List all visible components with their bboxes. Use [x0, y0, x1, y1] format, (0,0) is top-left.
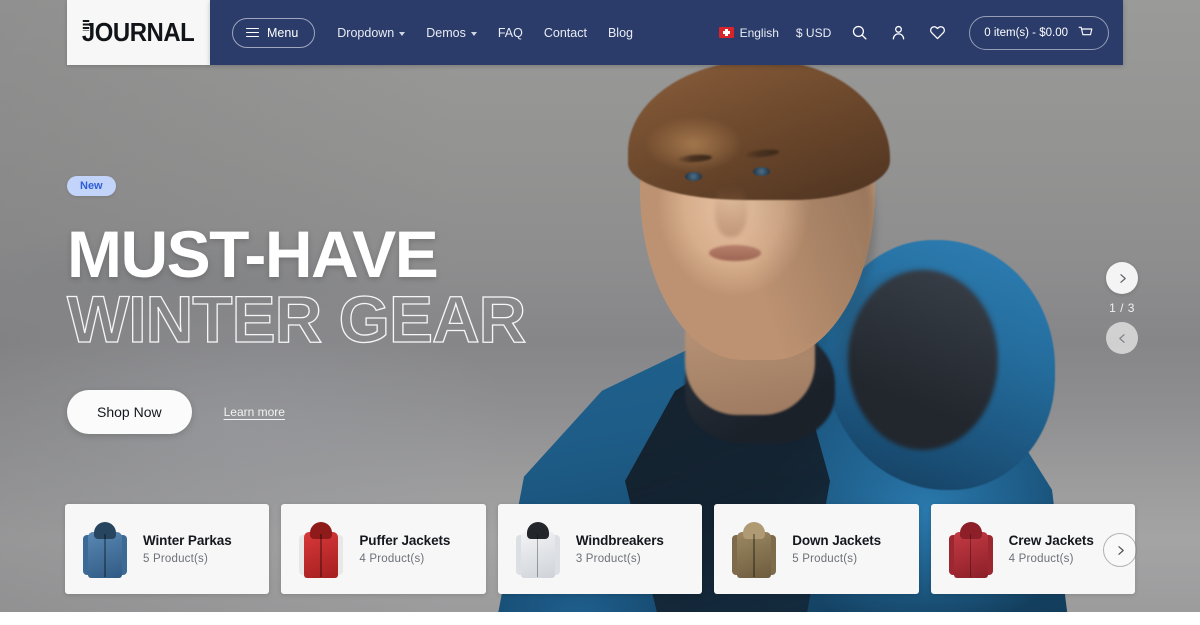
menu-button[interactable]: Menu — [232, 17, 316, 48]
nav-item-demos-label: Demos — [426, 25, 466, 40]
hero-slider-controls: 1 / 3 — [1106, 262, 1138, 354]
category-thumbnail — [75, 512, 135, 586]
nav-item-contact[interactable]: Contact — [544, 26, 587, 40]
category-title: Winter Parkas — [143, 533, 232, 548]
logo[interactable]: JOURNAL — [67, 0, 210, 65]
header-utilities: English $ USD 0 item(s) - $0.00 — [718, 15, 1109, 50]
hero-headline-line2: WINTER GEAR — [66, 282, 527, 357]
nav-item-blog-label: Blog — [607, 25, 633, 40]
category-title: Puffer Jackets — [359, 533, 451, 548]
nav-item-faq[interactable]: FAQ — [498, 26, 523, 40]
chevron-left-icon — [1118, 333, 1125, 343]
jacket-icon — [83, 520, 127, 578]
wishlist-heart-icon[interactable] — [926, 22, 948, 44]
category-card[interactable]: Down Jackets 5 Product(s) — [714, 504, 919, 594]
jacket-zipper — [969, 534, 972, 577]
jacket-zipper — [104, 534, 106, 577]
category-title: Windbreakers — [575, 533, 664, 548]
category-text: Down Jackets 5 Product(s) — [792, 533, 881, 565]
new-badge: New — [67, 176, 116, 196]
category-carousel: Winter Parkas 5 Product(s) Puffer Jacket… — [65, 504, 1136, 594]
chevron-down-icon — [399, 31, 406, 36]
chevron-right-icon — [1119, 273, 1126, 283]
category-thumbnail — [291, 512, 351, 586]
flag-icon — [718, 27, 734, 38]
cart-label: 0 item(s) - $0.00 — [984, 26, 1068, 39]
category-text: Crew Jackets 4 Product(s) — [1009, 533, 1094, 565]
menu-button-label: Menu — [267, 25, 299, 40]
jacket-zipper — [753, 534, 755, 577]
chevron-down-icon — [470, 31, 477, 36]
nav-item-demos[interactable]: Demos — [426, 26, 477, 40]
slider-prev-button[interactable] — [1106, 322, 1138, 354]
cart-icon — [1078, 26, 1093, 35]
jacket-icon — [515, 520, 560, 578]
nav-item-blog[interactable]: Blog — [608, 26, 633, 40]
category-product-count: 4 Product(s) — [1008, 553, 1074, 565]
category-thumbnail — [941, 512, 1001, 586]
nav-item-faq-label: FAQ — [497, 25, 523, 40]
currency-selector[interactable]: $ USD — [796, 26, 831, 40]
nav-item-dropdown[interactable]: Dropdown — [337, 25, 406, 40]
nav-item-contact-label: Contact — [543, 25, 587, 40]
jacket-zipper — [320, 534, 322, 577]
category-product-count: 4 Product(s) — [359, 553, 425, 565]
logo-text: JOURNAL — [82, 17, 195, 47]
storefront-page: JOURNAL Menu Dropdown Demos FAQ Contact … — [0, 0, 1200, 625]
chevron-right-icon — [1117, 545, 1124, 555]
learn-more-link[interactable]: Learn more — [224, 405, 285, 419]
hero-content: New MUST-HAVE WINTER GEAR Shop Now Learn… — [66, 176, 527, 434]
hamburger-icon — [246, 27, 259, 38]
category-text: Windbreakers 3 Product(s) — [576, 533, 664, 565]
jacket-zipper — [536, 534, 539, 577]
category-title: Crew Jackets — [1008, 533, 1094, 548]
jacket-icon — [948, 520, 993, 578]
category-carousel-next-button[interactable] — [1103, 533, 1137, 567]
cart-button[interactable]: 0 item(s) - $0.00 — [969, 15, 1109, 50]
category-title: Down Jackets — [792, 533, 882, 548]
jacket-icon — [299, 520, 344, 578]
search-icon[interactable] — [848, 22, 870, 44]
category-card[interactable]: Puffer Jackets 4 Product(s) — [281, 504, 486, 594]
category-product-count: 5 Product(s) — [792, 553, 858, 565]
language-label: English — [739, 25, 779, 40]
nav-links: Dropdown Demos FAQ Contact Blog — [337, 26, 633, 40]
category-card[interactable]: Windbreakers 3 Product(s) — [497, 504, 703, 594]
category-text: Puffer Jackets 4 Product(s) — [359, 533, 450, 565]
hero-headline-line1: MUST-HAVE — [67, 217, 439, 291]
jacket-icon — [732, 520, 777, 578]
shop-now-button[interactable]: Shop Now — [67, 389, 192, 434]
site-header: JOURNAL Menu Dropdown Demos FAQ Contact … — [67, 0, 1123, 65]
main-navigation-bar: Menu Dropdown Demos FAQ Contact Blog Eng… — [210, 0, 1123, 65]
hero-cta-group: Shop Now Learn more — [67, 389, 525, 434]
language-selector[interactable]: English — [718, 25, 779, 40]
category-product-count: 3 Product(s) — [575, 553, 641, 565]
category-thumbnail — [508, 512, 568, 586]
account-icon[interactable] — [887, 22, 909, 44]
nav-item-dropdown-label: Dropdown — [337, 25, 395, 40]
slider-next-button[interactable] — [1106, 262, 1138, 294]
category-card[interactable]: Winter Parkas 5 Product(s) — [65, 504, 270, 594]
category-text: Winter Parkas 5 Product(s) — [143, 533, 232, 565]
category-product-count: 5 Product(s) — [143, 553, 209, 565]
slide-counter: 1 / 3 — [1109, 301, 1135, 315]
category-thumbnail — [724, 512, 784, 586]
